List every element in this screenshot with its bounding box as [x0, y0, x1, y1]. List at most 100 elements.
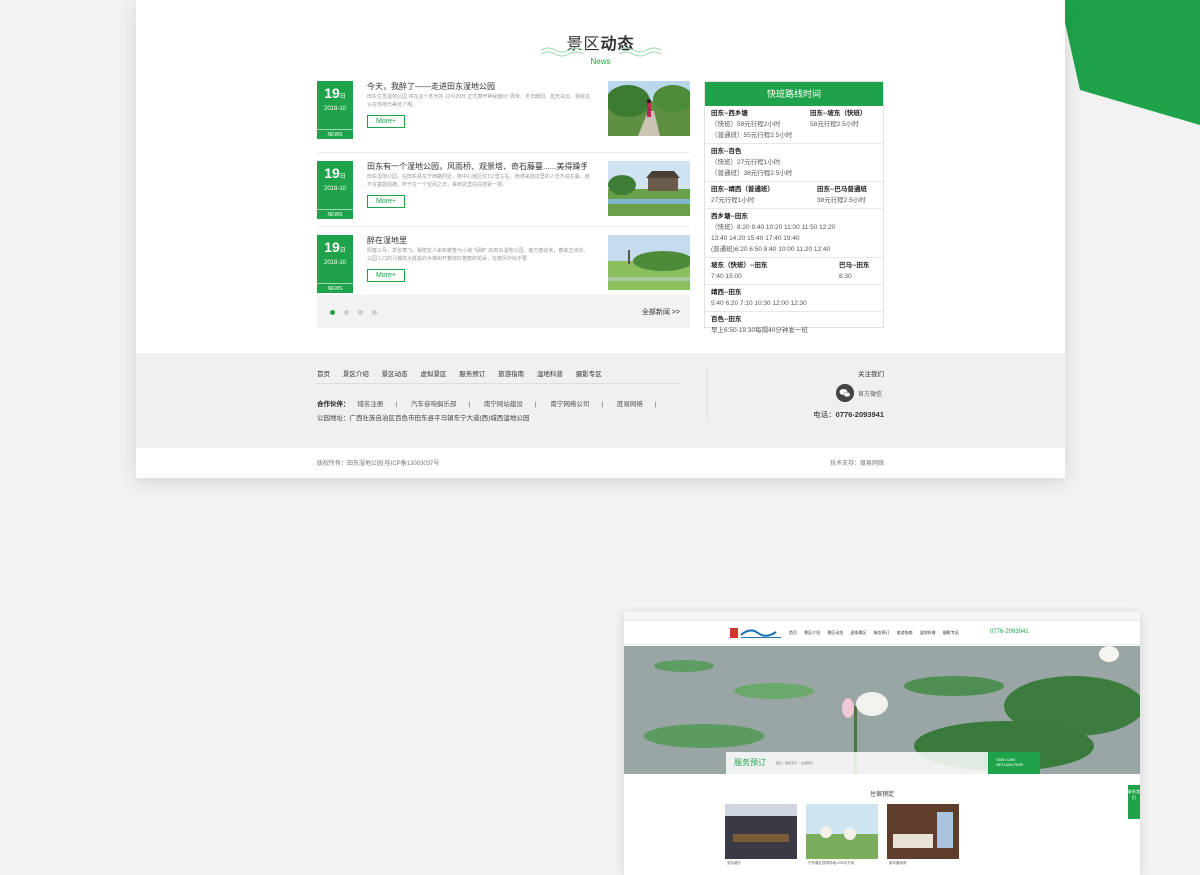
phone-number: 0776-2093941 — [835, 410, 884, 419]
pager-dot[interactable] — [372, 310, 377, 315]
bus-block: 田东--百色 （快班）27元行程1小时 （普通班）38元行程2.5小时 — [705, 144, 883, 182]
mini-menu-item[interactable]: 首页 — [789, 630, 797, 635]
news-thumbnail[interactable] — [608, 81, 690, 136]
pager-dot[interactable] — [344, 310, 349, 315]
news-list: 19日 2018-10 NEWS 今天，我醉了——走进田东湿地公园 田东生态湿地… — [317, 79, 690, 301]
all-news-link[interactable]: 全部新闻 >> — [642, 307, 680, 317]
mini-header: 首页 景区介绍 景区动态 虚拟景区 服务预订 旅游指南 湿地科普 摄影专区 07… — [624, 621, 1140, 645]
news-desc: 田东湿地公园，在田东县东宁西路附近，南中心城区仅1公里左右，雨港来游这里的人无不… — [367, 174, 590, 188]
bus-schedule-title: 快班路线时间 — [705, 82, 883, 106]
route-detail: 58元行程2.5小时 — [810, 121, 859, 128]
partners-row: 合作伙伴： 域名注册 | 汽车音响俱乐部 | 南宁网站建设 | 南宁网络公司 | 度易网… — [317, 398, 663, 408]
more-button[interactable]: More+ — [367, 195, 405, 208]
footer-nav-item[interactable]: 摄影专区 — [576, 371, 602, 378]
route-detail: （快班）27元行程1小时 — [711, 159, 781, 166]
more-button[interactable]: More+ — [367, 269, 405, 282]
news-item[interactable]: 19日 2018-10 NEWS 田东有一个湿地公园，风雨桥、观景塔、奇石藤蔓.… — [317, 153, 690, 227]
route-name: 田东--靖西（普通班） — [711, 186, 774, 193]
date-badge: 19日 2018-10 NEWS — [317, 161, 353, 219]
date-day: 19 — [324, 85, 340, 101]
bus-block: 靖西--田东 5:40 6:20 7:10 10:30 12:00 12:30 — [705, 285, 883, 312]
wave-decoration — [541, 47, 661, 57]
wechat-icon[interactable] — [836, 384, 854, 402]
bus-schedule-panel: 快班路线时间 田东--西乡塘 （快班）58元行程2小时 （普通班）55元行程2.… — [704, 81, 884, 334]
mini-menu-item[interactable]: 服务预订 — [874, 630, 890, 635]
date-day-suffix: 日 — [339, 174, 346, 180]
footer-nav: 首页 景区介绍 景区动态 虚拟景区 服务预订 旅游指南 湿地科普 摄影专区 — [317, 368, 613, 378]
news-item[interactable]: 19日 2018-10 NEWS 醉在湿地里 阳春三月，草长莺飞。我陪友人来到被… — [317, 227, 690, 301]
wechat-label: 官方微信 — [858, 392, 883, 398]
mini-page-banner: 服务预订 首页 > 服务预订 > 住宿预定 TAMU LAKE WETLAND … — [726, 752, 1040, 774]
mini-topbar — [624, 612, 1140, 621]
footer-nav-item[interactable]: 景区动态 — [382, 371, 408, 378]
footer-vertical-divider — [707, 368, 708, 420]
mini-menu-item[interactable]: 旅游指南 — [897, 630, 913, 635]
route-detail: 早上6:50-19:30每隔40分钟发一班 — [711, 327, 808, 334]
bus-block: 田东--靖西（普通班） 27元行程1小时 田东--巴马普通班 38元行程2.5小时 — [705, 182, 883, 209]
bus-block: 百色--田东 早上6:50-19:30每隔40分钟发一班 — [705, 312, 883, 338]
route-name: 田东--坡东（快班） — [810, 110, 867, 117]
route-detail: 8:30 — [839, 273, 852, 280]
partner-link[interactable]: 南宁网络公司 — [550, 401, 589, 408]
route-detail: 5:40 6:20 7:10 10:30 12:00 12:30 — [711, 300, 807, 307]
mini-phone: 0776-2093941 — [990, 629, 1029, 635]
section-subtitle: News — [590, 57, 611, 66]
footer-nav-item[interactable]: 虚拟景区 — [420, 371, 446, 378]
footer-nav-item[interactable]: 景区介绍 — [343, 371, 369, 378]
room-photo[interactable] — [887, 804, 959, 859]
news-item[interactable]: 19日 2018-10 NEWS 今天，我醉了——走进田东湿地公园 田东生态湿地… — [317, 79, 690, 153]
date-day: 19 — [324, 165, 340, 181]
mini-breadcrumb: 首页 > 服务预订 > 住宿预定 — [776, 761, 813, 765]
footer-nav-item[interactable]: 湿地科普 — [537, 371, 563, 378]
partner-link[interactable]: 域名注册 — [357, 401, 383, 408]
bus-block: 西乡塘--田东 （快班）8:20 9:40 10:20 11:00 11:50 … — [705, 209, 883, 258]
room-caption: 多功能厅 — [727, 861, 741, 865]
room-photo[interactable] — [806, 804, 878, 859]
mini-menu-item[interactable]: 景区介绍 — [804, 630, 820, 635]
more-button[interactable]: More+ — [367, 115, 405, 128]
partner-link[interactable]: 汽车音响俱乐部 — [411, 401, 457, 408]
footer-nav-item[interactable]: 服务预订 — [459, 371, 485, 378]
footer-nav-item[interactable]: 旅游指南 — [498, 371, 524, 378]
partners-label: 合作伙伴： — [317, 401, 350, 408]
room-caption: 户外婚礼现场场地1200平方米 — [808, 861, 855, 865]
route-name: 田东--巴马普通班 — [817, 186, 867, 193]
mini-menu-item[interactable]: 摄影专区 — [943, 630, 959, 635]
news-desc: 阳春三月，草长莺飞。我陪友人来到被誉为小城 "绿肺" 的田东湿地公园。南方春信未… — [367, 248, 589, 262]
contact-us-sidetab[interactable]: 联系我们 — [1128, 785, 1140, 819]
route-name: 西乡塘--田东 — [711, 213, 748, 220]
pager-dot-active[interactable] — [330, 310, 335, 315]
partner-link[interactable]: 南宁网站建设 — [484, 401, 523, 408]
partner-sep: | — [654, 401, 657, 408]
partner-link[interactable]: 度易网络 — [617, 401, 643, 408]
park-logo-icon — [730, 628, 781, 638]
booking-page-mockup: 首页 景区介绍 景区动态 虚拟景区 服务预订 旅游指南 湿地科普 摄影专区 07… — [624, 612, 1140, 875]
mini-menu-item[interactable]: 景区动态 — [827, 630, 843, 635]
pager-dot[interactable] — [358, 310, 363, 315]
footer-nav-item[interactable]: 首页 — [317, 371, 330, 378]
news-title[interactable]: 醉在湿地里 — [367, 235, 587, 246]
route-detail: 7:40 15:00 — [711, 273, 742, 280]
mini-menu: 首页 景区介绍 景区动态 虚拟景区 服务预订 旅游指南 湿地科普 摄影专区 — [789, 630, 965, 636]
date-badge: 19日 2018-10 NEWS — [317, 235, 353, 293]
route-name: 田东--西乡塘 — [711, 110, 748, 117]
mini-menu-item[interactable]: 虚拟景区 — [850, 630, 866, 635]
bus-block: 田东--西乡塘 （快班）58元行程2小时 （普通班）55元行程2.5小时 田东-… — [705, 106, 883, 144]
route-detail: （快班）58元行程2小时 — [711, 121, 781, 128]
news-title[interactable]: 田东有一个湿地公园，风雨桥、观景塔、奇石藤蔓......美得躁手... — [367, 161, 587, 172]
date-day-suffix: 日 — [339, 248, 346, 254]
route-detail: (普通班)6:20 6:50 8:40 10:00 11:20 12:40 — [711, 246, 831, 253]
room-photo[interactable] — [725, 804, 797, 859]
partner-sep: | — [395, 401, 398, 408]
route-detail: 27元行程1小时 — [711, 197, 755, 204]
mini-menu-item[interactable]: 湿地科普 — [920, 630, 936, 635]
news-thumbnail[interactable] — [608, 161, 690, 216]
news-thumbnail[interactable] — [608, 235, 690, 290]
date-month: 2018-10 — [323, 186, 347, 192]
route-name: 坡东（快班）--田东 — [711, 262, 768, 269]
route-detail: （普通班）55元行程2.5小时 — [711, 132, 793, 139]
follow-us-label: 关注我们 — [858, 371, 884, 378]
mini-section-title: 住宿预定 — [869, 792, 894, 798]
news-title[interactable]: 今天，我醉了——走进田东湿地公园 — [367, 81, 587, 92]
green-corner-decoration — [1060, 0, 1200, 125]
